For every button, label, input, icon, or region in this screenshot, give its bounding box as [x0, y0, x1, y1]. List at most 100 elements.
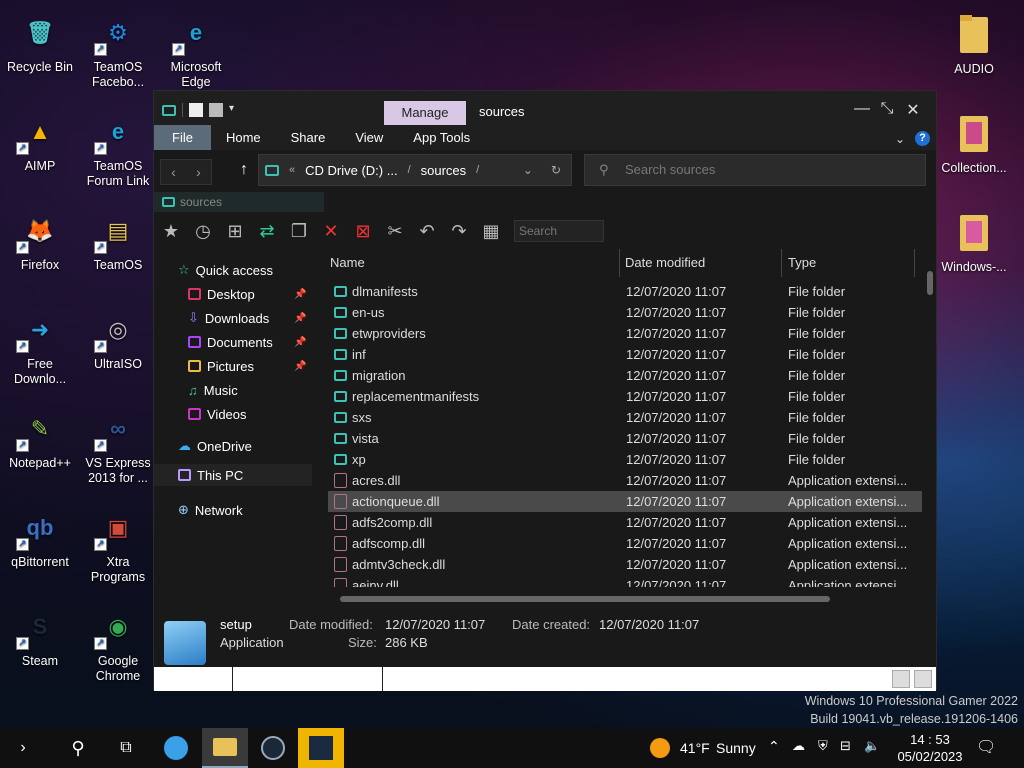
- column-divider[interactable]: [619, 249, 620, 277]
- chevron-right-icon[interactable]: ›: [8, 728, 38, 768]
- close-icon[interactable]: ✕: [906, 100, 920, 120]
- path-tab[interactable]: sources: [154, 192, 324, 212]
- taskbar-app-steam[interactable]: [250, 728, 296, 768]
- scrollbar-thumb[interactable]: [340, 596, 830, 602]
- column-header-type[interactable]: Type: [788, 251, 816, 275]
- tab-app-tools[interactable]: App Tools: [398, 125, 485, 150]
- table-row[interactable]: replacementmanifests 12/07/2020 11:07 File…: [328, 386, 922, 407]
- tab-manage[interactable]: Manage: [384, 101, 466, 125]
- forward-arrow-icon[interactable]: ›: [196, 164, 201, 180]
- move-icon[interactable]: ⇄: [254, 218, 280, 244]
- nav-onedrive[interactable]: ☁ OneDrive: [178, 435, 252, 457]
- table-row[interactable]: en-us 12/07/2020 11:07 File folder: [328, 302, 922, 323]
- taskbar-app-aimp[interactable]: [156, 728, 196, 768]
- search-icon[interactable]: ⚲: [60, 728, 96, 768]
- desktop-icon-vs-express[interactable]: ∞ ↗ VS Express 2013 for ...: [78, 404, 158, 486]
- pin-icon[interactable]: 📌: [294, 289, 306, 300]
- notification-icon[interactable]: 🗨: [976, 737, 996, 757]
- desktop-icon-aimp[interactable]: ▲ ↗ AIMP: [0, 107, 80, 174]
- table-row[interactable]: adfscomp.dll 12/07/2020 11:07 Application …: [328, 533, 922, 554]
- security-icon[interactable]: ⛨: [818, 738, 828, 754]
- pin-icon[interactable]: 📌: [294, 313, 306, 324]
- tab-home[interactable]: Home: [211, 125, 276, 150]
- chevron-down-icon[interactable]: ▾: [229, 103, 239, 117]
- maximize-icon[interactable]: ⤡: [880, 100, 894, 120]
- cut-icon[interactable]: ✂: [382, 218, 408, 244]
- new-folder-icon[interactable]: [209, 103, 223, 117]
- nav-quick-access[interactable]: ☆ Quick access: [178, 259, 273, 281]
- clock-date[interactable]: 05/02/2023: [890, 749, 970, 764]
- minimize-icon[interactable]: —: [854, 100, 870, 120]
- table-row[interactable]: dlmanifests 12/07/2020 11:07 File folder: [328, 281, 922, 302]
- table-row[interactable]: actionqueue.dll 12/07/2020 11:07 Applicati…: [328, 491, 922, 512]
- network-icon[interactable]: ⊟: [840, 738, 851, 754]
- delete-icon[interactable]: ✕: [318, 218, 344, 244]
- vertical-scrollbar[interactable]: [924, 255, 936, 595]
- desktop-icon-teamos-facebook[interactable]: ⚙ ↗ TeamOS Facebo...: [78, 8, 158, 90]
- table-row[interactable]: migration 12/07/2020 11:07 File folder: [328, 365, 922, 386]
- weather-condition[interactable]: Sunny: [716, 740, 756, 756]
- desktop-icon-xtra-programs[interactable]: ▣ ↗ Xtra Programs: [78, 503, 158, 585]
- desktop-icon-microsoft-edge[interactable]: e ↗ Microsoft Edge: [156, 8, 236, 90]
- pin-icon[interactable]: 📌: [294, 337, 306, 348]
- undo-icon[interactable]: ↶: [414, 218, 440, 244]
- nav-desktop[interactable]: Desktop 📌: [188, 283, 348, 305]
- nav-music[interactable]: ♫ Music: [188, 379, 238, 401]
- desktop-icon-steam[interactable]: S ↗ Steam: [0, 602, 80, 669]
- table-row[interactable]: adfs2comp.dll 12/07/2020 11:07 Application…: [328, 512, 922, 533]
- tab-share[interactable]: Share: [276, 125, 341, 150]
- column-header-date[interactable]: Date modified: [625, 251, 705, 275]
- column-divider[interactable]: [781, 249, 782, 277]
- volume-muted-icon[interactable]: 🔈: [864, 738, 880, 754]
- properties-icon[interactable]: [189, 103, 203, 117]
- details-view-button[interactable]: [892, 670, 910, 688]
- view-layout-icon[interactable]: ▦: [478, 218, 504, 244]
- help-icon[interactable]: ?: [915, 131, 930, 146]
- clock-time[interactable]: 14 : 53: [896, 732, 964, 747]
- chevron-up-icon[interactable]: ⌃: [768, 738, 780, 755]
- table-row[interactable]: sxs 12/07/2020 11:07 File folder: [328, 407, 922, 428]
- history-dropdown-icon[interactable]: ⌄: [523, 163, 533, 177]
- desktop-icon-collection[interactable]: Collection...: [934, 109, 1014, 176]
- table-row[interactable]: vista 12/07/2020 11:07 File folder: [328, 428, 922, 449]
- refresh-icon[interactable]: ↻: [551, 163, 561, 177]
- breadcrumb-overflow[interactable]: «: [289, 164, 295, 176]
- back-arrow-icon[interactable]: ‹: [171, 164, 176, 180]
- expand-ribbon-icon[interactable]: ⌄: [895, 132, 905, 146]
- large-icons-view-button[interactable]: [914, 670, 932, 688]
- nav-videos[interactable]: Videos: [188, 403, 247, 425]
- task-view-icon[interactable]: ⧉: [108, 728, 144, 768]
- breadcrumb-folder[interactable]: sources: [421, 163, 467, 178]
- column-header-name[interactable]: Name: [330, 251, 365, 275]
- taskbar-app-file-explorer[interactable]: [202, 728, 248, 768]
- weather-temperature[interactable]: 41°F: [680, 740, 710, 756]
- tab-view[interactable]: View: [340, 125, 398, 150]
- windows-logo-icon[interactable]: ⊞: [222, 218, 248, 244]
- table-row[interactable]: aeinv.dll 12/07/2020 11:07 Application ext…: [328, 575, 922, 587]
- redo-icon[interactable]: ↷: [446, 218, 472, 244]
- folder-icon[interactable]: [162, 104, 176, 116]
- desktop-icon-recycle-bin[interactable]: 🗑 Recycle Bin: [0, 8, 80, 75]
- weather-icon[interactable]: [646, 728, 674, 768]
- nav-downloads[interactable]: ⇩ Downloads 📌: [188, 307, 348, 329]
- table-row[interactable]: admtv3check.dll 12/07/2020 11:07 Applicati…: [328, 554, 922, 575]
- toolbar-search-input[interactable]: Search: [514, 220, 604, 242]
- pin-icon[interactable]: 📌: [294, 361, 306, 372]
- desktop-icon-audio[interactable]: AUDIO: [934, 10, 1014, 77]
- desktop-icon-google-chrome[interactable]: ◉ ↗ Google Chrome: [78, 602, 158, 684]
- nav-documents[interactable]: Documents 📌: [188, 331, 348, 353]
- copy-icon[interactable]: ❐: [286, 218, 312, 244]
- breadcrumb-drive[interactable]: CD Drive (D:) ...: [305, 163, 397, 178]
- desktop-icon-free-download[interactable]: ➜ ↗ Free Downlo...: [0, 305, 80, 387]
- taskbar-app-launcher[interactable]: [298, 728, 344, 768]
- clock-icon[interactable]: ◷: [190, 218, 216, 244]
- nav-network[interactable]: ⊕ Network: [178, 499, 243, 521]
- desktop-icon-firefox[interactable]: 🦊 ↗ Firefox: [0, 206, 80, 273]
- table-row[interactable]: xp 12/07/2020 11:07 File folder: [328, 449, 922, 470]
- up-arrow-icon[interactable]: ↑: [240, 161, 248, 179]
- nav-pictures[interactable]: Pictures 📌: [188, 355, 348, 377]
- desktop-icon-windows[interactable]: Windows-...: [934, 208, 1014, 275]
- desktop-icon-ultraiso[interactable]: ◎ ↗ UltraISO: [78, 305, 158, 372]
- cloud-offline-icon[interactable]: ☁: [792, 738, 805, 754]
- table-row[interactable]: etwproviders 12/07/2020 11:07 File folder: [328, 323, 922, 344]
